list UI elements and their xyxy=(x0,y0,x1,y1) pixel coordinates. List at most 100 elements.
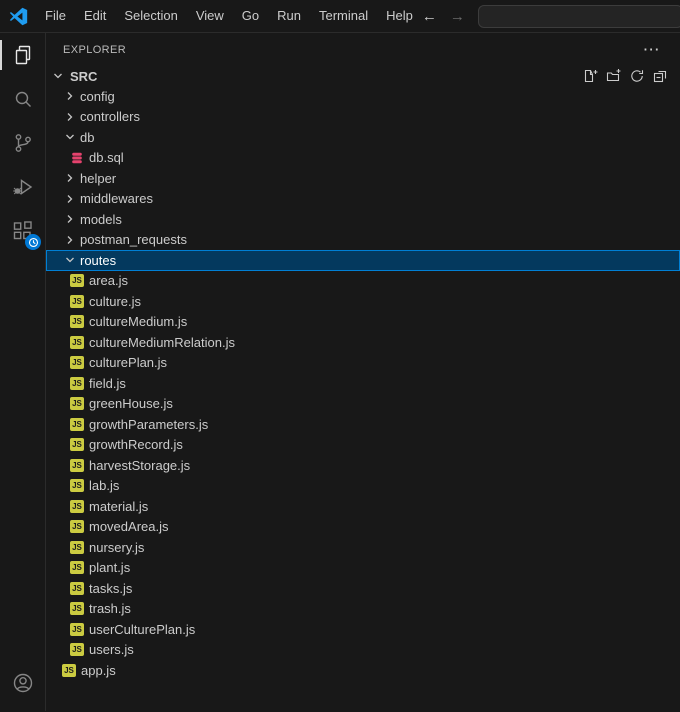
tree-item-label: area.js xyxy=(89,273,129,289)
explorer-header: EXPLORER ⋯ xyxy=(46,33,680,66)
tree-file-culture.js[interactable]: JS culture.js xyxy=(46,291,680,312)
tree-file-userCulturePlan.js[interactable]: JS userCulturePlan.js xyxy=(46,619,680,640)
tree-file-plant.js[interactable]: JS plant.js xyxy=(46,558,680,579)
collapse-all-icon[interactable] xyxy=(652,68,668,84)
more-actions-icon[interactable]: ⋯ xyxy=(643,41,660,58)
tree-file-users.js[interactable]: JS users.js xyxy=(46,640,680,661)
tree-item-label: db.sql xyxy=(89,150,124,166)
explorer-sidebar: EXPLORER ⋯ SRC config controllers db db.sql… xyxy=(46,33,680,711)
tree-item-label: trash.js xyxy=(89,601,131,617)
javascript-file-icon: JS xyxy=(70,417,84,431)
javascript-file-icon: JS xyxy=(70,643,84,657)
javascript-file-icon: JS xyxy=(70,397,84,411)
command-center-search[interactable] xyxy=(477,4,680,28)
tree-item-label: tasks.js xyxy=(89,580,133,596)
menu-help[interactable]: Help xyxy=(377,4,422,28)
account-icon xyxy=(11,671,35,695)
menu-edit[interactable]: Edit xyxy=(75,4,115,28)
chevron-right-icon xyxy=(62,191,78,207)
javascript-file-icon: JS xyxy=(70,540,84,554)
activity-bar-bottom xyxy=(0,661,45,711)
run-debug-icon xyxy=(11,175,35,199)
menu-terminal[interactable]: Terminal xyxy=(310,4,377,28)
tree-file-app.js[interactable]: JS app.js xyxy=(46,660,680,681)
tree-item-label: cultureMedium.js xyxy=(89,314,188,330)
tree-folder-helper[interactable]: helper xyxy=(46,168,680,189)
tree-folder-db[interactable]: db xyxy=(46,127,680,148)
tree-file-cultureMedium.js[interactable]: JS cultureMedium.js xyxy=(46,312,680,333)
tree-file-db.sql[interactable]: db.sql xyxy=(46,148,680,169)
tree-item-label: db xyxy=(80,129,95,145)
tree-folder-config[interactable]: config xyxy=(46,86,680,107)
activity-bar-spacer xyxy=(0,253,45,661)
nav-back-icon[interactable]: ← xyxy=(422,9,437,24)
javascript-file-icon: JS xyxy=(70,315,84,329)
nav-forward-icon[interactable]: → xyxy=(450,9,465,24)
refresh-icon[interactable] xyxy=(629,68,645,84)
tree-folder-postman_requests[interactable]: postman_requests xyxy=(46,230,680,251)
javascript-file-icon: JS xyxy=(70,376,84,390)
source-control-icon xyxy=(11,131,35,155)
tree-file-area.js[interactable]: JS area.js xyxy=(46,271,680,292)
activitybar-run-debug[interactable] xyxy=(0,165,45,209)
tree-item-label: helper xyxy=(80,170,117,186)
tree-folder-routes[interactable]: routes xyxy=(46,250,680,271)
tree-item-label: models xyxy=(80,211,122,227)
menu-go[interactable]: Go xyxy=(233,4,268,28)
tree-file-cultureMediumRelation.js[interactable]: JS cultureMediumRelation.js xyxy=(46,332,680,353)
tree-file-movedArea.js[interactable]: JS movedArea.js xyxy=(46,517,680,538)
tree-folder-controllers[interactable]: controllers xyxy=(46,107,680,128)
tree-file-nursery.js[interactable]: JS nursery.js xyxy=(46,537,680,558)
activitybar-source-control[interactable] xyxy=(0,121,45,165)
javascript-file-icon: JS xyxy=(70,581,84,595)
new-file-icon[interactable] xyxy=(583,68,599,84)
tree-file-culturePlan.js[interactable]: JS culturePlan.js xyxy=(46,353,680,374)
titlebar-right: ← → xyxy=(422,4,680,28)
tree-item-label: material.js xyxy=(89,498,149,514)
tree-file-tasks.js[interactable]: JS tasks.js xyxy=(46,578,680,599)
javascript-file-icon: JS xyxy=(70,274,84,288)
search-icon xyxy=(11,87,35,111)
workbench: EXPLORER ⋯ SRC config controllers db db.sql… xyxy=(0,33,680,711)
chevron-down-icon xyxy=(62,129,78,145)
chevron-down-icon xyxy=(50,68,66,84)
tree-file-material.js[interactable]: JS material.js xyxy=(46,496,680,517)
tree-item-label: greenHouse.js xyxy=(89,396,173,412)
activitybar-extensions[interactable] xyxy=(0,209,45,253)
tree-file-trash.js[interactable]: JS trash.js xyxy=(46,599,680,620)
javascript-file-icon: JS xyxy=(70,335,84,349)
javascript-file-icon: JS xyxy=(70,622,84,636)
activitybar-explorer[interactable] xyxy=(0,33,45,77)
tree-item-label: users.js xyxy=(89,642,134,658)
javascript-file-icon: JS xyxy=(70,356,84,370)
activitybar-search[interactable] xyxy=(0,77,45,121)
tree-file-growthRecord.js[interactable]: JS growthRecord.js xyxy=(46,435,680,456)
menu-file[interactable]: File xyxy=(36,4,75,28)
tree-item-label: app.js xyxy=(81,662,116,678)
javascript-file-icon: JS xyxy=(62,663,76,677)
javascript-file-icon: JS xyxy=(70,520,84,534)
tree-item-label: routes xyxy=(80,252,117,268)
tree-folder-models[interactable]: models xyxy=(46,209,680,230)
tree-file-growthParameters.js[interactable]: JS growthParameters.js xyxy=(46,414,680,435)
javascript-file-icon: JS xyxy=(70,458,84,472)
tree-item-label: plant.js xyxy=(89,560,131,576)
tree-folder-middlewares[interactable]: middlewares xyxy=(46,189,680,210)
activitybar-account[interactable] xyxy=(0,661,45,705)
tree-file-greenHouse.js[interactable]: JS greenHouse.js xyxy=(46,394,680,415)
section-header-src[interactable]: SRC xyxy=(46,66,680,86)
tree-file-lab.js[interactable]: JS lab.js xyxy=(46,476,680,497)
chevron-right-icon xyxy=(62,211,78,227)
menu-selection[interactable]: Selection xyxy=(115,4,186,28)
files-icon xyxy=(11,43,35,67)
tree-item-label: middlewares xyxy=(80,191,153,207)
menu-view[interactable]: View xyxy=(187,4,233,28)
menu-run[interactable]: Run xyxy=(268,4,310,28)
javascript-file-icon: JS xyxy=(70,438,84,452)
tree-file-harvestStorage.js[interactable]: JS harvestStorage.js xyxy=(46,455,680,476)
new-folder-icon[interactable] xyxy=(606,68,622,84)
tree-item-label: cultureMediumRelation.js xyxy=(89,334,235,350)
explorer-title: EXPLORER xyxy=(63,43,127,56)
tree-item-label: controllers xyxy=(80,109,140,125)
tree-file-field.js[interactable]: JS field.js xyxy=(46,373,680,394)
